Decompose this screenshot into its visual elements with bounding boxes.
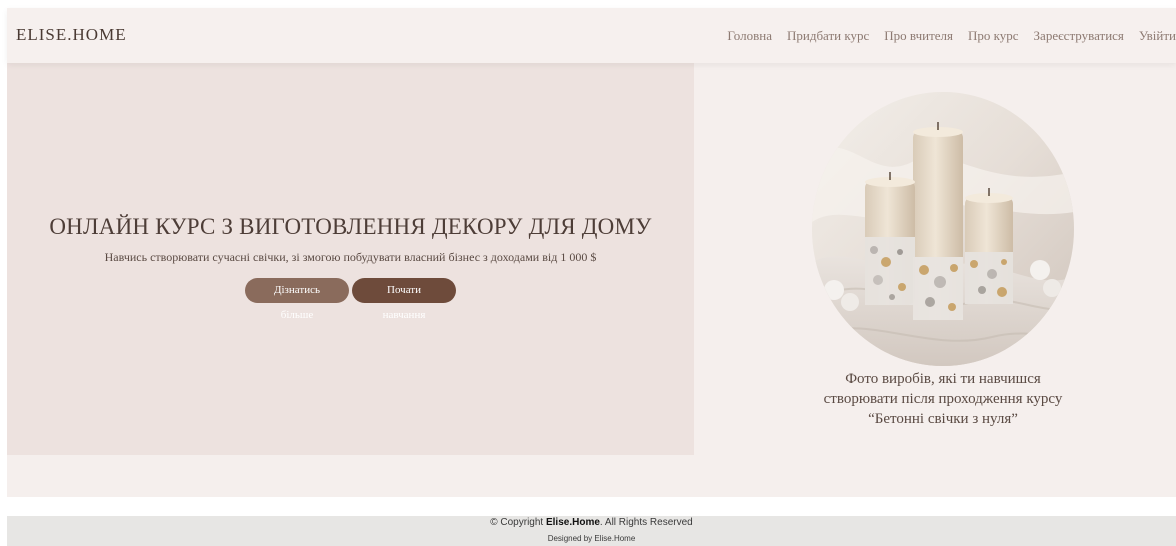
copyright-text: © Copyright Elise.Home. All Rights Reser… xyxy=(7,517,1176,528)
site-footer: © Copyright Elise.Home. All Rights Reser… xyxy=(7,516,1176,546)
candles-photo xyxy=(812,92,1074,366)
nav-item-register[interactable]: Зареєструватися xyxy=(1034,28,1124,44)
photo-caption: Фото виробів, які ти навчишся створювати… xyxy=(790,369,1096,429)
nav-item-buy-course[interactable]: Придбати курс xyxy=(787,28,869,44)
copyright-prefix: © Copyright xyxy=(490,517,546,528)
nav-item-about-teacher[interactable]: Про вчителя xyxy=(884,28,953,44)
nav-item-home[interactable]: Головна xyxy=(727,28,772,44)
copyright-suffix: . All Rights Reserved xyxy=(599,517,693,528)
site-logo[interactable]: ELISE.HOME xyxy=(16,25,127,45)
nav-item-login[interactable]: Увійти xyxy=(1139,28,1176,44)
hero-buttons: Дізнатись більше Почати навчання xyxy=(7,278,694,321)
caption-line: “Бетонні свічки з нуля” xyxy=(868,411,1018,427)
hero-title: ОНЛАЙН КУРС З ВИГОТОВЛЕННЯ ДЕКОРУ ДЛЯ ДО… xyxy=(49,214,652,239)
hero-left-panel: ОНЛАЙН КУРС З ВИГОТОВЛЕННЯ ДЕКОРУ ДЛЯ ДО… xyxy=(7,63,694,455)
candles-illustration xyxy=(812,92,1074,366)
site-header: ELISE.HOME Головна Придбати курс Про вчи… xyxy=(7,8,1176,63)
hero-subtitle: Навчись створювати сучасні свічки, зі зм… xyxy=(104,250,597,264)
footer-brand: Elise.Home xyxy=(545,517,600,528)
caption-line: створювати після проходження курсу xyxy=(823,391,1063,407)
learn-more-button[interactable]: Дізнатись більше xyxy=(245,278,349,321)
caption-line: Фото виробів, які ти навчишся xyxy=(845,371,1041,387)
page: ELISE.HOME Головна Придбати курс Про вчи… xyxy=(0,0,1176,546)
nav-item-about-course[interactable]: Про курс xyxy=(968,28,1019,44)
designed-by-text: Designed by Elise.Home xyxy=(547,534,636,543)
start-learning-button[interactable]: Почати навчання xyxy=(352,278,456,321)
main-nav: Головна Придбати курс Про вчителя Про ку… xyxy=(727,28,1176,44)
